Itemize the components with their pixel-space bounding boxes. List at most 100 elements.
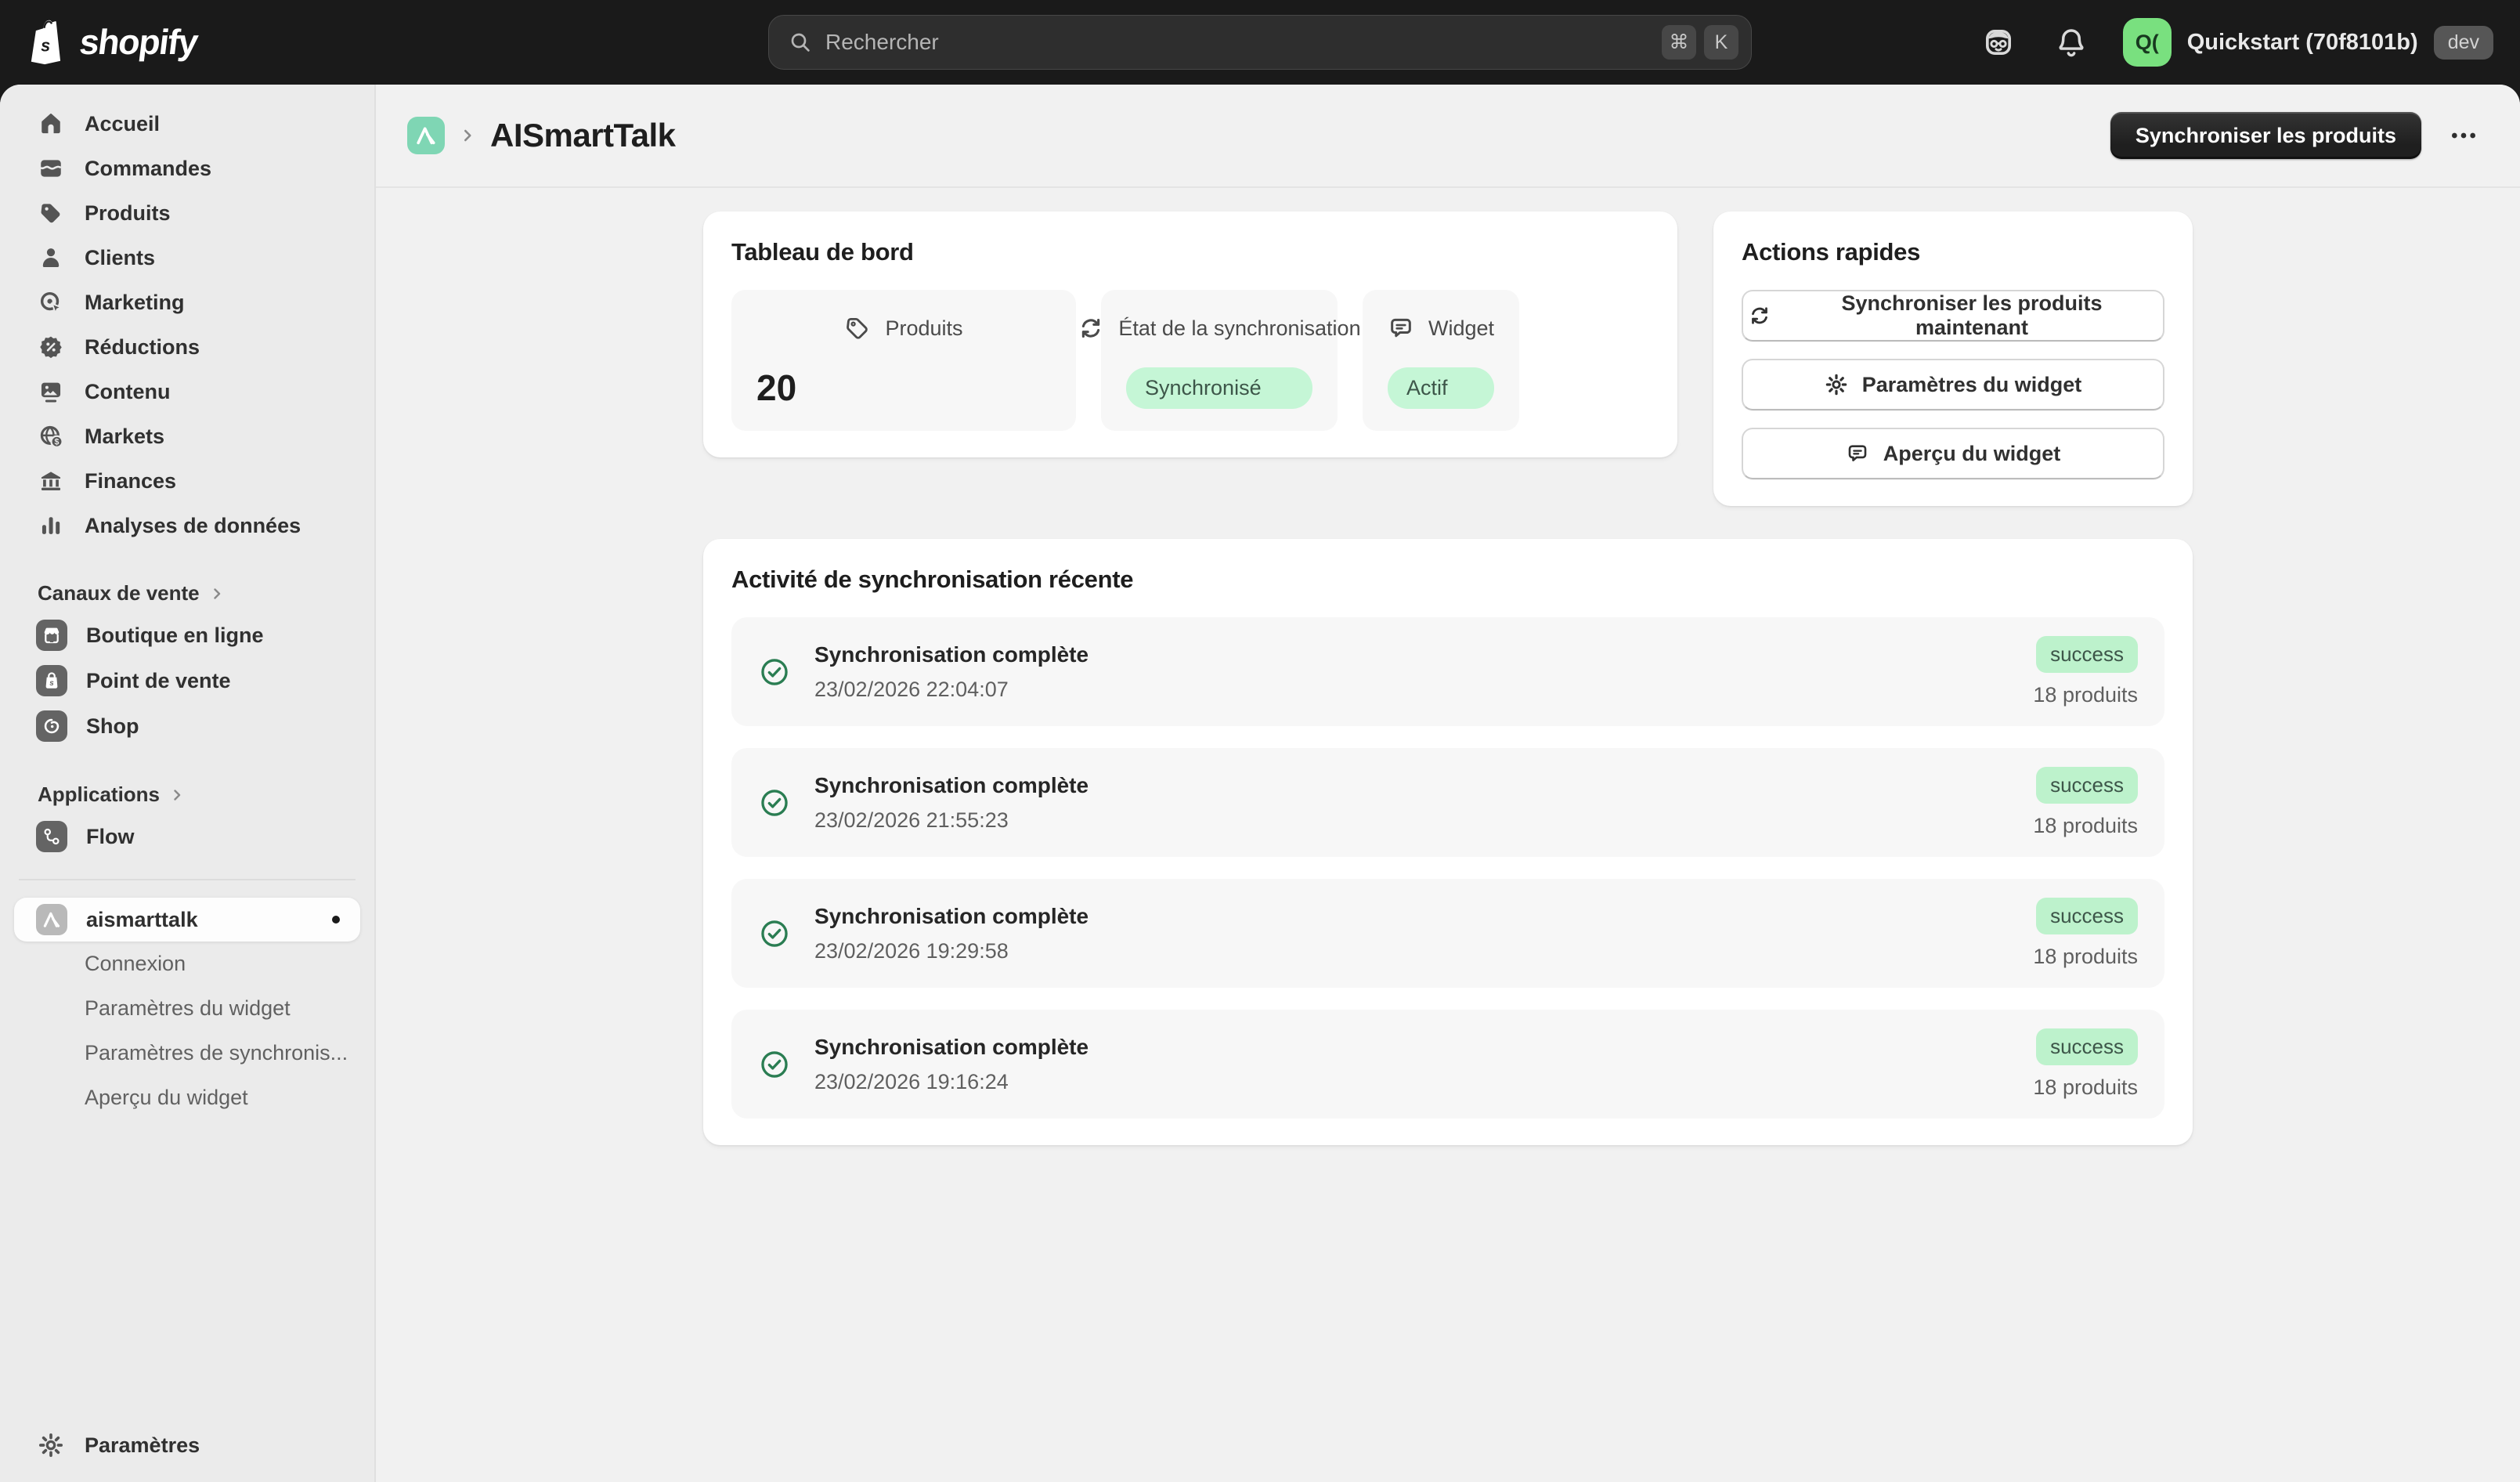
- svg-text:s: s: [41, 36, 50, 56]
- pos-bag-icon: [41, 670, 63, 692]
- more-actions-button[interactable]: [2443, 115, 2484, 156]
- nav-label: Clients: [85, 246, 155, 270]
- sidebar-item-point-de-vente[interactable]: Point de vente: [14, 660, 360, 701]
- store-avatar: Q(: [2123, 18, 2172, 67]
- active-dot: [332, 916, 340, 924]
- widget-settings-button[interactable]: Paramètres du widget: [1742, 359, 2164, 410]
- app-shell: Accueil Commandes Produits Clien: [0, 85, 2520, 1482]
- sync-activity-row: Synchronisation complète 23/02/2026 19:2…: [731, 879, 2164, 988]
- status-badge: success: [2036, 636, 2138, 673]
- sidebar-item-finances[interactable]: Finances: [14, 461, 360, 501]
- page-title: AISmartTalk: [490, 117, 675, 154]
- activity-count: 18 produits: [2033, 1075, 2138, 1100]
- sidebar-item-reductions[interactable]: Réductions: [14, 327, 360, 367]
- subnav-label: Connexion: [85, 952, 186, 975]
- applications-header[interactable]: Applications: [14, 783, 360, 807]
- sync-activity-row: Synchronisation complète 23/02/2026 19:1…: [731, 1010, 2164, 1119]
- topbar: s shopify Rechercher ⌘ K Q( Quickstart (…: [0, 0, 2520, 85]
- nav-label: Markets: [85, 425, 164, 449]
- activity-list: Synchronisation complète 23/02/2026 22:0…: [731, 617, 2164, 1119]
- kbd-command: ⌘: [1662, 25, 1696, 60]
- button-label: Synchroniser les produits maintenant: [1785, 291, 2158, 340]
- nav-label: Accueil: [85, 112, 160, 136]
- sidekick-face-icon: [1980, 24, 2016, 60]
- stat-label: État de la synchronisation: [1118, 316, 1360, 341]
- status-badge: success: [2036, 767, 2138, 804]
- sidebar-item-parametres[interactable]: Paramètres: [0, 1418, 374, 1482]
- quick-actions-list: Synchroniser les produits maintenant Par…: [1742, 290, 2164, 479]
- sidebar-item-marketing[interactable]: Marketing: [14, 282, 360, 323]
- stat-tile: Produits 20: [731, 290, 1076, 431]
- aismarttalk-subnav: Connexion Paramètres du widget Paramètre…: [0, 942, 374, 1120]
- sync-products-button[interactable]: Synchroniser les produits: [2110, 112, 2421, 159]
- check-circle-icon: [758, 786, 791, 819]
- subnav-label: Paramètres de synchronis...: [85, 1041, 348, 1065]
- activity-timestamp: 23/02/2026 21:55:23: [814, 808, 1089, 833]
- shopify-logo[interactable]: s shopify: [27, 17, 202, 67]
- gear-icon: [1825, 373, 1848, 396]
- activity-title: Synchronisation complète: [814, 1035, 1089, 1060]
- search-icon: [788, 30, 813, 55]
- sidebar-item-produits[interactable]: Produits: [14, 193, 360, 233]
- image-icon: [38, 378, 64, 405]
- activity-card: Activité de synchronisation récente Sync…: [703, 539, 2193, 1145]
- tag-icon: [38, 200, 64, 226]
- sidebar-item-contenu[interactable]: Contenu: [14, 371, 360, 412]
- bar-chart-icon: [38, 512, 64, 539]
- activity-timestamp: 23/02/2026 19:29:58: [814, 939, 1089, 963]
- store-menu[interactable]: Q( Quickstart (70f8101b) dev: [2123, 18, 2493, 67]
- sidebar-subitem-apercu-widget[interactable]: Aperçu du widget: [0, 1075, 374, 1120]
- page-content: Tableau de bord Produits 20: [376, 188, 2520, 1482]
- sync-activity-row: Synchronisation complète 23/02/2026 22:0…: [731, 617, 2164, 726]
- sidebar-item-boutique-en-ligne[interactable]: Boutique en ligne: [14, 615, 360, 656]
- breadcrumb-chevron-icon: [457, 125, 478, 146]
- check-circle-icon: [758, 917, 791, 950]
- storefront-icon: [41, 624, 63, 646]
- sync-now-button[interactable]: Synchroniser les produits maintenant: [1742, 290, 2164, 342]
- nav-label: Point de vente: [86, 669, 231, 693]
- check-circle-icon: [758, 656, 791, 689]
- bell-icon: [2054, 25, 2089, 60]
- sidebar-item-accueil[interactable]: Accueil: [14, 103, 360, 144]
- bank-icon: [38, 468, 64, 494]
- person-icon: [38, 244, 64, 271]
- stat-label: Produits: [885, 316, 962, 341]
- status-badge: success: [2036, 898, 2138, 934]
- stat-tile: Widget Actif: [1363, 290, 1519, 431]
- widget-preview-button[interactable]: Aperçu du widget: [1742, 428, 2164, 479]
- search-input[interactable]: Rechercher ⌘ K: [768, 15, 1752, 70]
- sidebar-subitem-parametres-synchro[interactable]: Paramètres de synchronis...: [0, 1031, 374, 1075]
- chevron-right-icon: [168, 786, 186, 804]
- sidebar-item-aismarttalk[interactable]: aismarttalk: [14, 898, 360, 942]
- search-placeholder: Rechercher: [825, 30, 1662, 55]
- activity-title: Synchronisation complète: [814, 904, 1089, 929]
- sales-channels-header[interactable]: Canaux de vente: [14, 581, 360, 605]
- stat-badge: Synchronisé: [1126, 367, 1312, 409]
- nav-label: aismarttalk: [86, 908, 198, 932]
- activity-count: 18 produits: [2033, 945, 2138, 969]
- aismarttalk-logo-icon: [413, 123, 439, 148]
- dev-badge: dev: [2434, 26, 2493, 60]
- nav-label: Commandes: [85, 157, 211, 181]
- sync-activity-row: Synchronisation complète 23/02/2026 21:5…: [731, 748, 2164, 857]
- app-icon-aismarttalk[interactable]: [407, 117, 445, 154]
- main-nav: Accueil Commandes Produits Clien: [0, 103, 374, 550]
- sync-icon: [1078, 315, 1104, 342]
- page-header: AISmartTalk Synchroniser les produits: [376, 85, 2520, 188]
- sidebar-item-clients[interactable]: Clients: [14, 237, 360, 278]
- subnav-label: Aperçu du widget: [85, 1086, 248, 1109]
- sidebar-subitem-parametres-widget[interactable]: Paramètres du widget: [0, 986, 374, 1031]
- stat-tile: État de la synchronisation Synchronisé: [1101, 290, 1338, 431]
- nav-label: Boutique en ligne: [86, 624, 264, 648]
- sidebar-item-commandes[interactable]: Commandes: [14, 148, 360, 189]
- check-circle-icon: [758, 1048, 791, 1081]
- sidebar-item-flow[interactable]: Flow: [14, 816, 360, 857]
- sidekick-assistant-button[interactable]: [1977, 21, 2020, 63]
- sidebar-item-analyses[interactable]: Analyses de données: [14, 505, 360, 546]
- notifications-button[interactable]: [2051, 22, 2092, 63]
- sidebar-subitem-connexion[interactable]: Connexion: [0, 942, 374, 986]
- stat-badge: Actif: [1388, 367, 1494, 409]
- sidebar-item-shop[interactable]: Shop: [14, 706, 360, 746]
- nav-label: Produits: [85, 201, 171, 226]
- sidebar-item-markets[interactable]: Markets: [14, 416, 360, 457]
